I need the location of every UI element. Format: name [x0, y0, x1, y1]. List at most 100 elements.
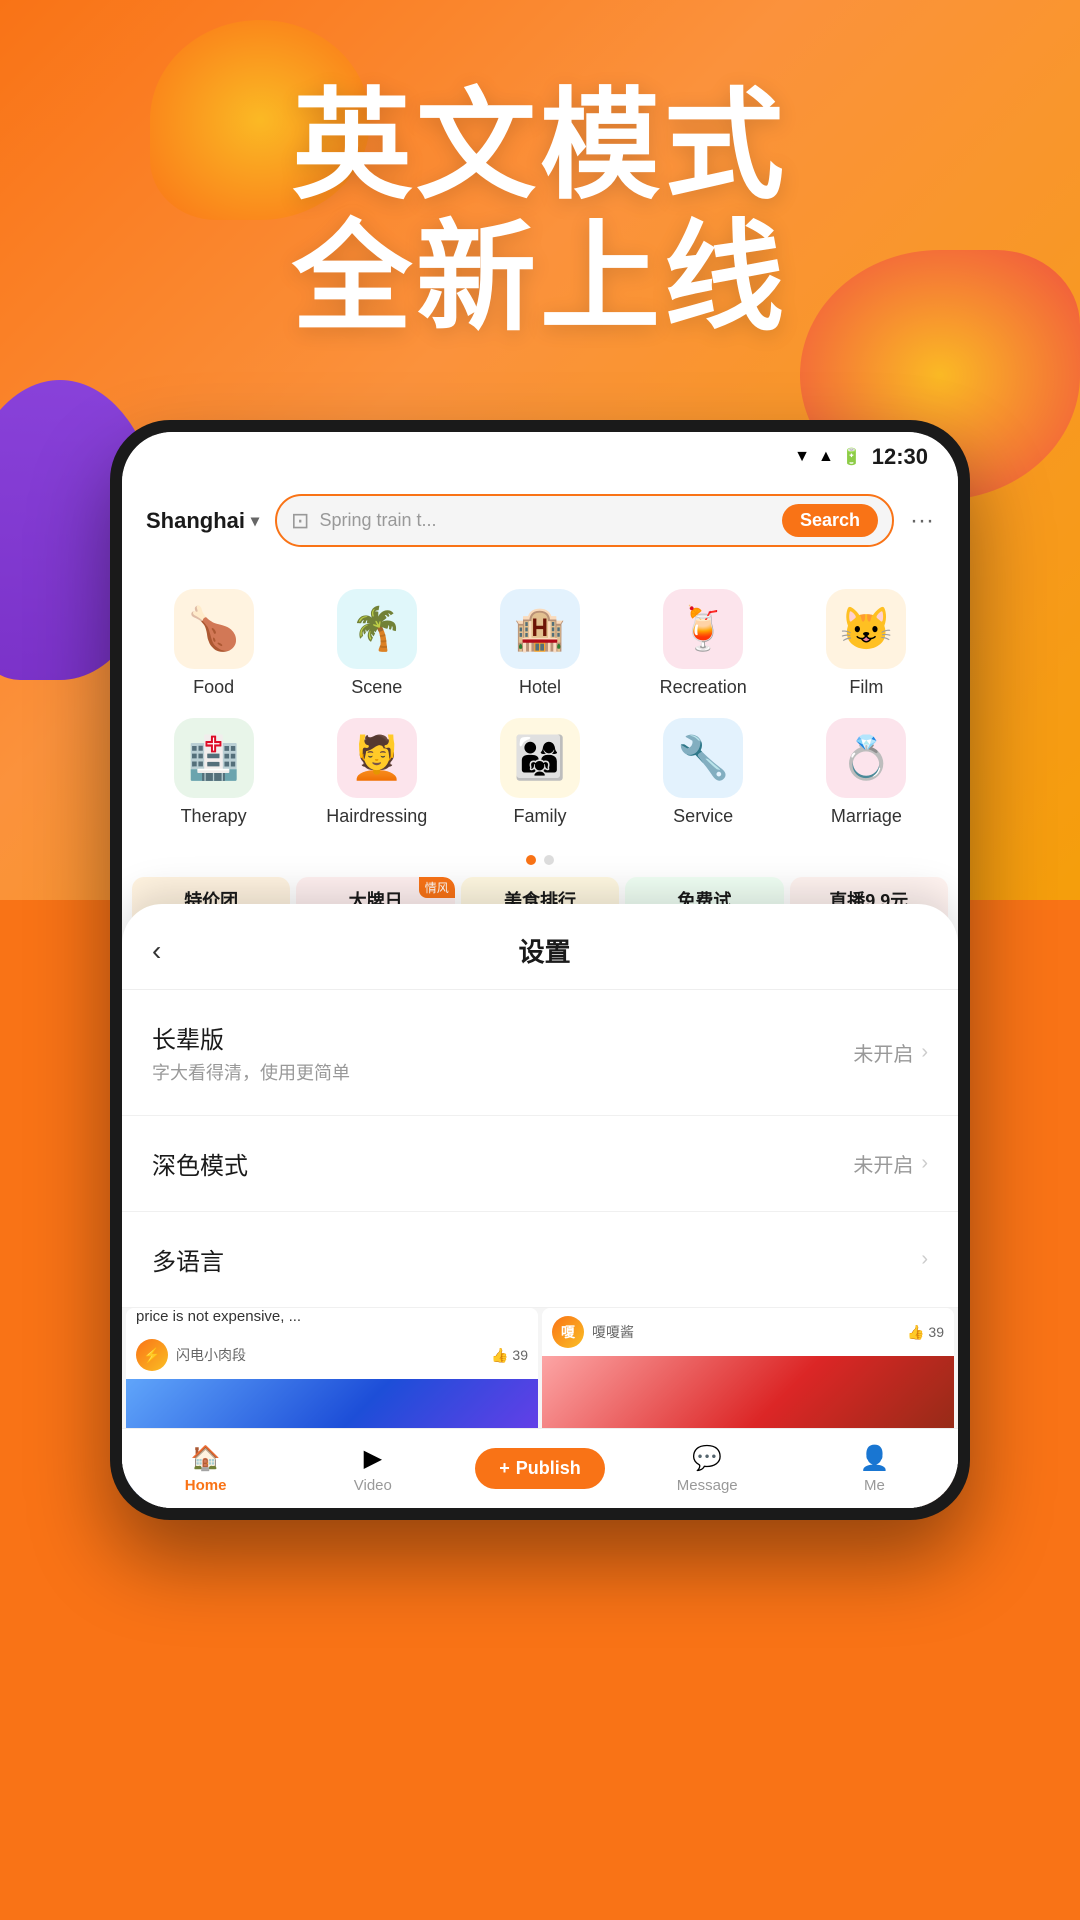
chevron-right-icon: ›: [921, 1041, 928, 1064]
card-likes-2: 👍 39: [907, 1324, 944, 1341]
nav-me[interactable]: 👤 Me: [791, 1444, 958, 1494]
battery-icon: 🔋: [842, 447, 862, 467]
status-time: 12:30: [872, 444, 928, 470]
nav-home[interactable]: 🏠 Home: [122, 1444, 289, 1494]
scan-icon: ⊡: [291, 508, 309, 534]
card-info-1: ⚡ 闪电小肉段 👍 39: [126, 1331, 538, 1379]
location-button[interactable]: Shanghai ▾: [146, 508, 259, 534]
video-icon: ▶: [364, 1444, 382, 1473]
settings-item-darkmode-right: 未开启 ›: [853, 1149, 928, 1178]
settings-item-elderly-sub: 字大看得清，使用更简单: [152, 1059, 853, 1085]
settings-item-language[interactable]: 多语言 ›: [122, 1212, 958, 1308]
settings-item-darkmode-left: 深色模式: [152, 1146, 853, 1181]
card-avatar-2: 嗄: [552, 1316, 584, 1348]
category-label-scene: Scene: [351, 677, 402, 698]
more-icon[interactable]: ···: [910, 507, 934, 535]
category-label-marriage: Marriage: [831, 806, 902, 827]
category-label-therapy: Therapy: [181, 806, 247, 827]
hero-section: 英文模式 全新上线: [0, 80, 1080, 344]
category-grid: 🍗 Food 🌴 Scene 🏨 Hotel 🍹 Recreation 😺 Fi…: [132, 579, 948, 837]
category-icon-scene: 🌴: [337, 589, 417, 669]
signal-icon: ▲: [818, 448, 834, 466]
category-item-marriage[interactable]: 💍 Marriage: [785, 708, 948, 837]
card-info-2: 嗄 嗄嗄酱 👍 39: [542, 1308, 954, 1356]
phone-screen: ▼ ▲ 🔋 12:30 Shanghai ▾ ⊡ Spring train t.…: [122, 432, 958, 1508]
settings-panel: ‹ 设置 长辈版 字大看得清，使用更简单 未开启 › 深色模式 未开启: [122, 904, 958, 1508]
status-bar: ▼ ▲ 🔋 12:30: [122, 432, 958, 482]
message-icon: 💬: [692, 1444, 722, 1473]
plus-icon: +: [499, 1458, 510, 1479]
category-label-family: Family: [513, 806, 566, 827]
category-item-food[interactable]: 🍗 Food: [132, 579, 295, 708]
settings-item-elderly-right: 未开启 ›: [853, 1038, 928, 1067]
card-username-1: 闪电小肉段: [176, 1345, 483, 1365]
category-label-service: Service: [673, 806, 733, 827]
settings-item-elderly-left: 长辈版 字大看得清，使用更简单: [152, 1020, 853, 1085]
bottom-nav: 🏠 Home ▶ Video + Publish 💬 Message: [122, 1428, 958, 1508]
settings-darkmode-status: 未开启: [853, 1149, 913, 1178]
category-label-hotel: Hotel: [519, 677, 561, 698]
category-icon-marriage: 💍: [826, 718, 906, 798]
settings-item-language-left: 多语言: [152, 1242, 921, 1277]
top-bar: Shanghai ▾ ⊡ Spring train t... Search ··…: [122, 482, 958, 559]
search-bar[interactable]: ⊡ Spring train t... Search: [275, 494, 894, 547]
nav-me-label: Me: [864, 1477, 885, 1494]
chevron-right-darkmode-icon: ›: [921, 1152, 928, 1175]
category-icon-food: 🍗: [174, 589, 254, 669]
category-section: 🍗 Food 🌴 Scene 🏨 Hotel 🍹 Recreation 😺 Fi…: [122, 559, 958, 847]
settings-item-elderly-title: 长辈版: [152, 1020, 853, 1055]
category-item-therapy[interactable]: 🏥 Therapy: [132, 708, 295, 837]
category-label-food: Food: [193, 677, 234, 698]
banner-tag-1: 情风: [419, 877, 455, 898]
back-button[interactable]: ‹: [152, 935, 161, 967]
card-avatar-1: ⚡: [136, 1339, 168, 1371]
settings-item-language-right: ›: [921, 1248, 928, 1271]
card-title-1: price is not expensive, ...: [126, 1308, 538, 1331]
chevron-right-language-icon: ›: [921, 1248, 928, 1271]
category-icon-hairdressing: 💆: [337, 718, 417, 798]
settings-item-language-title: 多语言: [152, 1242, 921, 1277]
nav-video-label: Video: [354, 1477, 392, 1494]
publish-label: Publish: [516, 1458, 581, 1479]
category-item-service[interactable]: 🔧 Service: [622, 708, 785, 837]
category-icon-service: 🔧: [663, 718, 743, 798]
me-icon: 👤: [859, 1444, 889, 1473]
category-icon-family: 👨‍👩‍👧: [500, 718, 580, 798]
category-item-scene[interactable]: 🌴 Scene: [295, 579, 458, 708]
chevron-down-icon: ▾: [251, 511, 259, 531]
category-item-hotel[interactable]: 🏨 Hotel: [458, 579, 621, 708]
settings-header: ‹ 设置: [122, 904, 958, 990]
category-item-recreation[interactable]: 🍹 Recreation: [622, 579, 785, 708]
settings-title: 设置: [161, 932, 928, 969]
category-label-film: Film: [849, 677, 883, 698]
category-label-hairdressing: Hairdressing: [326, 806, 427, 827]
settings-item-darkmode-title: 深色模式: [152, 1146, 853, 1181]
hero-title: 英文模式 全新上线: [0, 80, 1080, 344]
publish-button[interactable]: + Publish: [475, 1448, 605, 1489]
dot-1: [526, 855, 536, 865]
page-dots: [122, 847, 958, 877]
category-icon-recreation: 🍹: [663, 589, 743, 669]
nav-publish[interactable]: + Publish: [456, 1448, 623, 1489]
nav-message[interactable]: 💬 Message: [624, 1444, 791, 1494]
settings-item-darkmode[interactable]: 深色模式 未开启 ›: [122, 1116, 958, 1212]
card-likes-1: 👍 39: [491, 1347, 528, 1364]
category-icon-film: 😺: [826, 589, 906, 669]
category-item-film[interactable]: 😺 Film: [785, 579, 948, 708]
category-icon-hotel: 🏨: [500, 589, 580, 669]
settings-elderly-status: 未开启: [853, 1038, 913, 1067]
dot-2: [544, 855, 554, 865]
wifi-icon: ▼: [794, 448, 810, 466]
category-item-hairdressing[interactable]: 💆 Hairdressing: [295, 708, 458, 837]
category-icon-therapy: 🏥: [174, 718, 254, 798]
phone-mockup: ▼ ▲ 🔋 12:30 Shanghai ▾ ⊡ Spring train t.…: [110, 420, 970, 1520]
settings-item-elderly[interactable]: 长辈版 字大看得清，使用更简单 未开启 ›: [122, 990, 958, 1116]
nav-home-label: Home: [185, 1477, 227, 1494]
status-icons: ▼ ▲ 🔋: [794, 447, 862, 467]
search-placeholder: Spring train t...: [319, 510, 771, 531]
search-button[interactable]: Search: [782, 504, 878, 537]
nav-video[interactable]: ▶ Video: [289, 1444, 456, 1494]
home-icon: 🏠: [191, 1444, 221, 1473]
nav-message-label: Message: [677, 1477, 738, 1494]
category-item-family[interactable]: 👨‍👩‍👧 Family: [458, 708, 621, 837]
